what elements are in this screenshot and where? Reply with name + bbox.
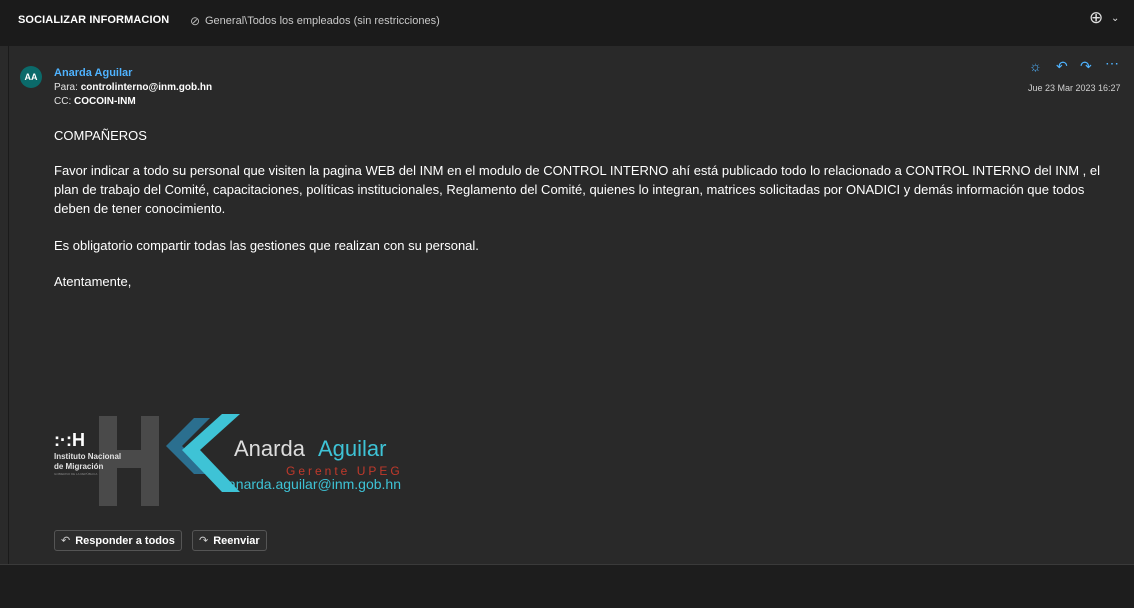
more-icon[interactable]: ⋯ [1105, 55, 1119, 72]
body-paragraph-1: Favor indicar a todo su personal que vis… [54, 163, 1101, 216]
cc-address[interactable]: COCOIN-INM [74, 96, 136, 107]
reply-all-icon: ↶ [61, 535, 71, 547]
org-line-1: Instituto Nacional [54, 452, 122, 461]
greeting: COMPAÑEROS [54, 128, 147, 143]
to-label: Para: [54, 82, 78, 93]
message-subject: SOCIALIZAR INFORMACION [18, 14, 170, 26]
inm-logo-mark: :·:H [54, 430, 85, 450]
signature-name-last: Aguilar [318, 436, 387, 461]
message-date: Jue 23 Mar 2023 16:27 [1028, 83, 1121, 93]
sensitivity-label[interactable]: General\Todos los empleados (sin restric… [205, 15, 440, 27]
forward-icon: ↷ [199, 535, 209, 547]
closing: Atentamente, [54, 274, 132, 289]
forward-button[interactable]: ↷ Reenviar [192, 530, 267, 551]
cc-label: CC: [54, 96, 72, 107]
zoom-icon[interactable]: ⊕ [1089, 8, 1103, 28]
message-actions: ☼ ↶ ↷ ⋯ [1029, 55, 1129, 76]
recipient-cc: CC: COCOIN-INM [54, 96, 136, 107]
forward-icon[interactable]: ↷ [1080, 58, 1092, 75]
bottom-bar [0, 564, 1134, 608]
signature-name-first: Anarda [234, 436, 305, 461]
to-address[interactable]: controlinterno@inm.gob.hn [81, 82, 212, 93]
recipient-to: Para: controlinterno@inm.gob.hn [54, 82, 212, 93]
body-paragraph-2: Es obligatorio compartir todas las gesti… [54, 238, 479, 253]
reply-all-label: Responder a todos [75, 535, 175, 547]
sender-name[interactable]: Anarda Aguilar [54, 67, 132, 79]
email-signature: :·:H Instituto Nacional de Migración GOB… [54, 410, 434, 510]
chevron-down-icon[interactable]: ⌄ [1111, 13, 1119, 24]
reply-all-icon[interactable]: ↶ [1056, 58, 1068, 75]
forward-label: Reenviar [213, 535, 260, 547]
message-header-bar: SOCIALIZAR INFORMACION ⊘ General\Todos l… [0, 0, 1134, 46]
org-line-3: GOBIERNO DE LA REPÚBLICA [54, 472, 98, 476]
sun-icon[interactable]: ☼ [1029, 58, 1042, 74]
avatar[interactable]: AA [20, 66, 42, 88]
signature-email[interactable]: anarda.aguilar@inm.gob.hn [228, 476, 401, 492]
reply-all-button[interactable]: ↶ Responder a todos [54, 530, 182, 551]
org-line-2: de Migración [54, 462, 104, 471]
tag-icon: ⊘ [190, 14, 201, 28]
